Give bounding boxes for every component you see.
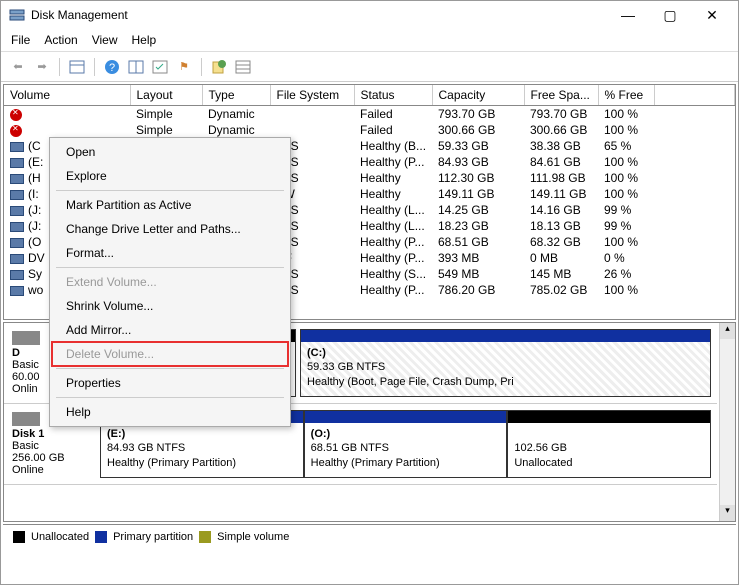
disk-0-status: Onlin (12, 383, 38, 395)
col-volume: Volume (4, 85, 130, 106)
disk-icon (12, 331, 40, 345)
menu-view[interactable]: View (92, 33, 118, 47)
panel-icon[interactable] (68, 58, 86, 76)
ctx-delete-volume: Delete Volume... (52, 342, 288, 366)
disk-0-name: D (12, 347, 20, 359)
ctx-explore[interactable]: Explore (52, 164, 288, 188)
col-filesystem: File System (270, 85, 354, 106)
menu-bar: File Action View Help (1, 29, 738, 52)
part-c-status: Healthy (Boot, Page File, Crash Dump, Pr… (307, 376, 514, 388)
ctx-mark-partition-as-active[interactable]: Mark Partition as Active (52, 193, 288, 217)
disk-1-partition[interactable]: 102.56 GBUnallocated (507, 410, 711, 478)
ctx-help[interactable]: Help (52, 400, 288, 424)
col-pct: % Free (598, 85, 654, 106)
refresh-icon[interactable] (210, 58, 228, 76)
disk-1-name: Disk 1 (12, 428, 44, 440)
context-menu: OpenExplore Mark Partition as ActiveChang… (49, 137, 291, 427)
window-title: Disk Management (31, 8, 614, 22)
disk-1-type: Basic (12, 440, 39, 452)
ctx-add-mirror[interactable]: Add Mirror... (52, 318, 288, 342)
list-icon[interactable] (234, 58, 252, 76)
column-headers[interactable]: Volume Layout Type File System Status Ca… (4, 85, 735, 106)
col-layout: Layout (130, 85, 202, 106)
layout-icon[interactable] (127, 58, 145, 76)
close-button[interactable]: ✕ (698, 7, 726, 24)
minimize-button[interactable]: — (614, 7, 642, 24)
col-free: Free Spa... (524, 85, 598, 106)
title-bar: Disk Management — ▢ ✕ (1, 1, 738, 29)
ctx-shrink-volume[interactable]: Shrink Volume... (52, 294, 288, 318)
scrollbar[interactable]: ▴▾ (719, 323, 735, 521)
back-icon[interactable]: ⬅ (9, 58, 27, 76)
col-type: Type (202, 85, 270, 106)
flag-icon[interactable]: ⚑ (175, 58, 193, 76)
ctx-format[interactable]: Format... (52, 241, 288, 265)
legend-unallocated: Unallocated (31, 531, 89, 543)
part-c-title: (C:) (307, 347, 326, 359)
disk-1-partition[interactable]: (O:)68.51 GB NTFSHealthy (Primary Partit… (304, 410, 508, 478)
toolbar: ⬅ ➡ ? ⚑ (1, 52, 738, 82)
app-icon (9, 7, 25, 23)
disk-icon (12, 412, 40, 426)
col-capacity: Capacity (432, 85, 524, 106)
maximize-button[interactable]: ▢ (656, 7, 684, 24)
disk-1-size: 256.00 GB (12, 452, 65, 464)
disk-0-part-c[interactable]: (C:) 59.33 GB NTFS Healthy (Boot, Page F… (300, 329, 711, 397)
menu-help[interactable]: Help (132, 33, 157, 47)
disk-0-type: Basic (12, 359, 39, 371)
part-c-size: 59.33 GB NTFS (307, 361, 385, 373)
disk-0-size: 60.00 (12, 371, 40, 383)
legend: Unallocated Primary partition Simple vol… (3, 524, 736, 549)
forward-icon[interactable]: ➡ (33, 58, 51, 76)
svg-text:?: ? (109, 62, 115, 74)
table-row[interactable]: SimpleDynamicFailed793.70 GB793.70 GB100… (4, 106, 735, 123)
settings-icon[interactable] (151, 58, 169, 76)
menu-file[interactable]: File (11, 33, 30, 47)
legend-unallocated-swatch (13, 531, 25, 543)
ctx-open[interactable]: Open (52, 140, 288, 164)
legend-primary-swatch (95, 531, 107, 543)
legend-simple: Simple volume (217, 531, 289, 543)
menu-action[interactable]: Action (44, 33, 77, 47)
legend-simple-swatch (199, 531, 211, 543)
table-row[interactable]: SimpleDynamicFailed300.66 GB300.66 GB100… (4, 122, 735, 138)
help-icon[interactable]: ? (103, 58, 121, 76)
ctx-properties[interactable]: Properties (52, 371, 288, 395)
disk-1-status: Online (12, 464, 44, 476)
legend-primary: Primary partition (113, 531, 193, 543)
col-status: Status (354, 85, 432, 106)
ctx-change-drive-letter-and-paths[interactable]: Change Drive Letter and Paths... (52, 217, 288, 241)
ctx-extend-volume: Extend Volume... (52, 270, 288, 294)
